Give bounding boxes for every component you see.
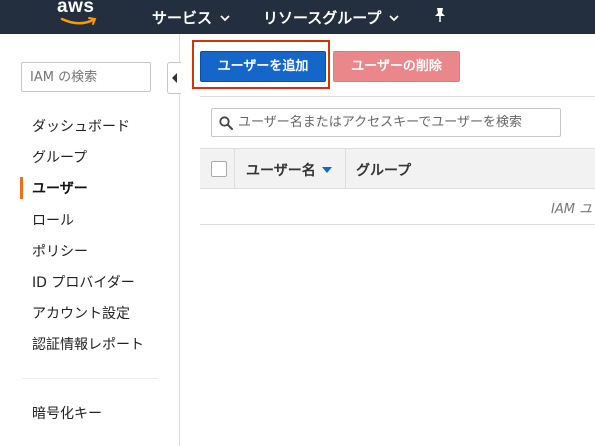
column-header-username-label: ユーザー名 [246,163,316,179]
chevron-left-icon [172,73,177,83]
user-search-field[interactable]: ユーザー名またはアクセスキーでユーザーを検索 [211,108,561,137]
panel-divider [200,96,595,97]
iam-search-input[interactable] [21,62,151,92]
sidebar-divider [179,34,180,446]
add-user-button[interactable]: ユーザーを追加 [200,51,326,82]
sidebar [0,34,180,446]
aws-smile-icon [60,17,97,25]
sidebar-item-encryption-keys[interactable]: 暗号化キー [32,403,102,423]
sidebar-collapse-button[interactable] [167,62,181,94]
column-header-groups[interactable]: グループ [356,160,411,180]
aws-logo[interactable]: aws [57,0,101,30]
services-label: サービス [152,9,213,27]
select-all-checkbox[interactable] [211,161,227,177]
resource-groups-label: リソースグループ [263,9,382,27]
table-bottom-border [200,224,595,225]
sidebar-item-policies[interactable]: ポリシー [32,241,88,261]
sidebar-item-credential-report[interactable]: 認証情報レポート [32,334,144,354]
sidebar-item-users[interactable]: ユーザー [32,178,88,198]
sort-down-icon [321,167,332,173]
active-indicator [20,177,23,199]
delete-user-button[interactable]: ユーザーの削除 [333,51,460,82]
top-navigation-bar: aws サービス リソースグループ [0,0,595,34]
sidebar-item-dashboard[interactable]: ダッシュボード [32,116,130,136]
sidebar-item-identity-providers[interactable]: ID プロバイダー [32,272,135,292]
search-icon [219,116,233,130]
services-menu[interactable]: サービス [152,7,230,28]
sidebar-item-roles[interactable]: ロール [32,210,74,230]
chevron-down-icon [389,14,399,21]
sidebar-item-account-settings[interactable]: アカウント設定 [32,303,130,323]
user-search-placeholder: ユーザー名またはアクセスキーでユーザーを検索 [238,115,523,130]
column-divider [234,149,235,188]
column-divider [345,149,346,188]
sidebar-item-groups[interactable]: グループ [32,147,87,167]
resource-groups-menu[interactable]: リソースグループ [263,7,399,28]
empty-table-message: IAM ユ [551,202,593,217]
pin-icon[interactable] [433,7,447,23]
column-header-username[interactable]: ユーザー名 [246,160,332,180]
users-table-header: ユーザー名 グループ [200,148,595,189]
sidebar-separator [22,378,158,379]
chevron-down-icon [220,14,230,21]
